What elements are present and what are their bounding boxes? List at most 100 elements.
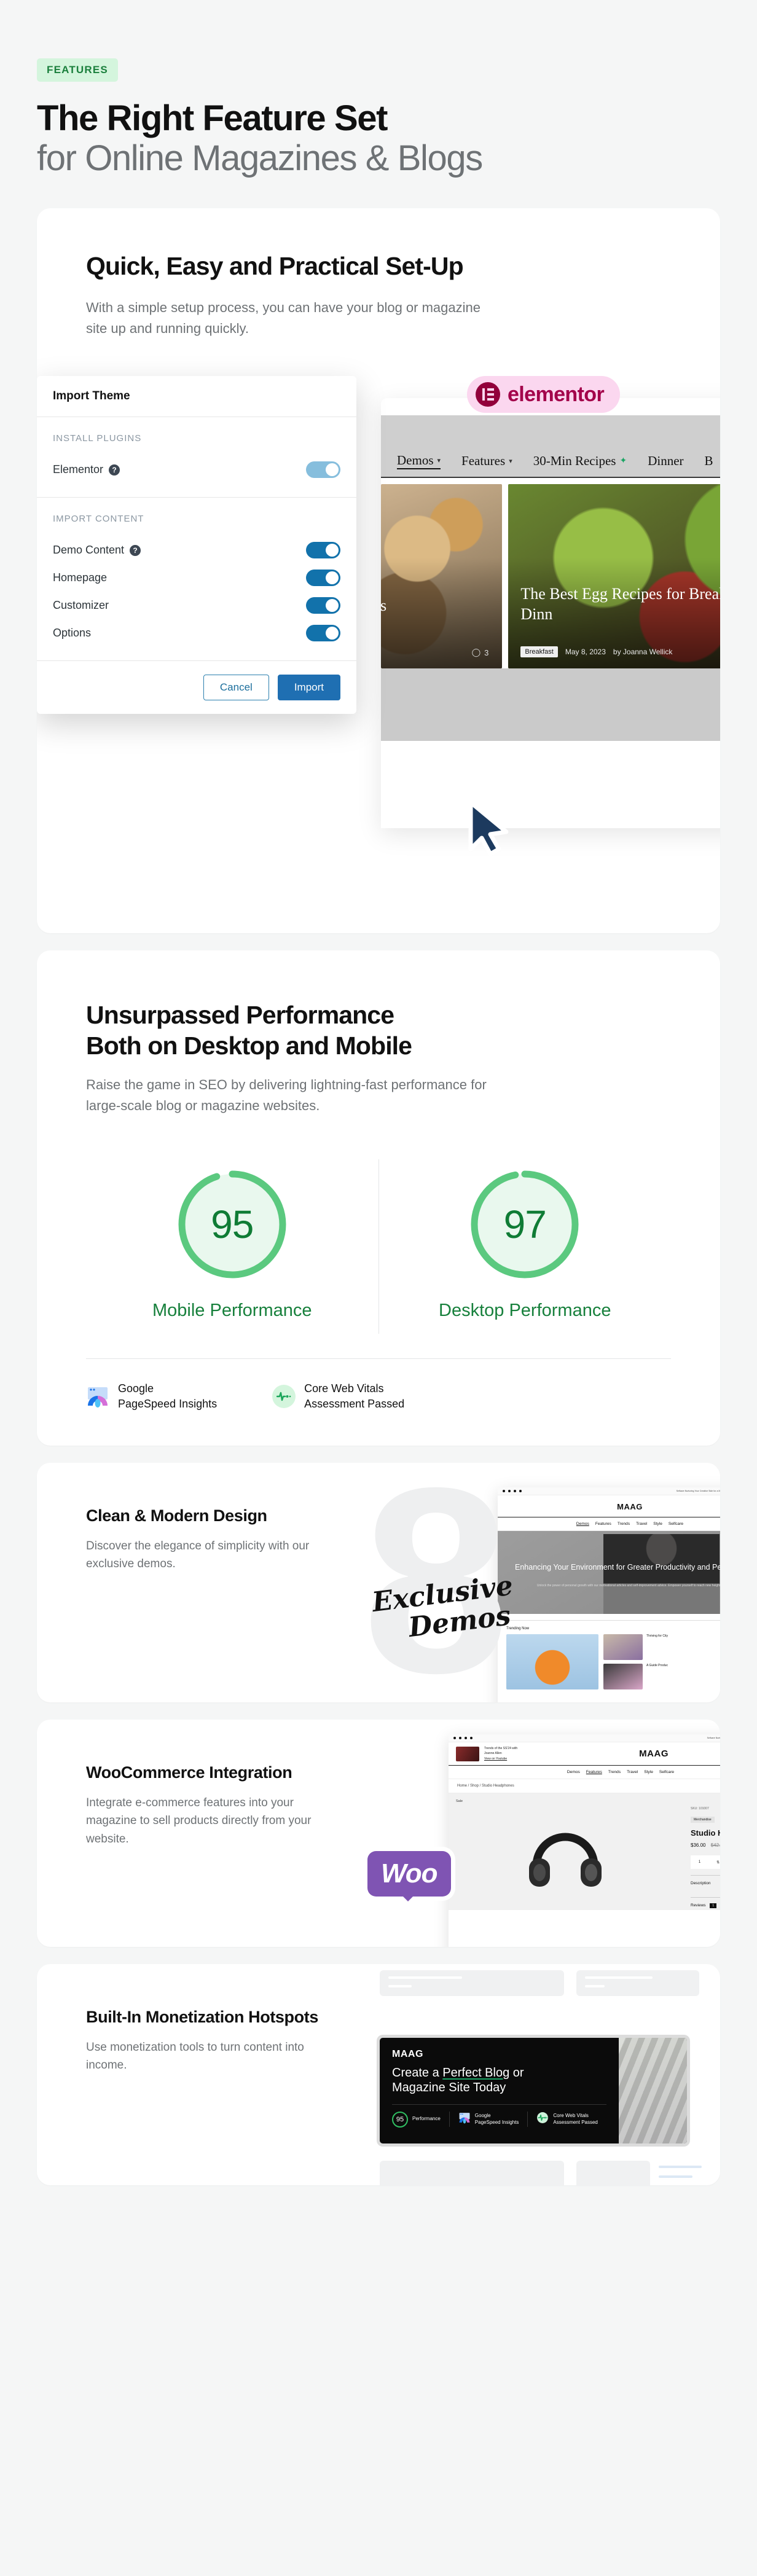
post-title: izers	[381, 596, 387, 614]
toggle-options[interactable]	[306, 625, 340, 642]
mockup-nav-trends[interactable]: Trends	[608, 1770, 621, 1774]
import-content-section: IMPORT CONTENT Demo Content ? Homepage C…	[37, 498, 356, 662]
trending-side-item[interactable]: A Guide Produc	[603, 1663, 720, 1689]
mockup-nav-style[interactable]: Style	[644, 1770, 653, 1774]
import-button[interactable]: Import	[277, 675, 340, 701]
preview-nav-item-recipes[interactable]: 30-Min Recipes ✦	[533, 453, 627, 469]
mockup-hero: Enhancing Your Environment for Greater P…	[498, 1530, 720, 1614]
mockup-video-promo[interactable]: Trends of the SS'24 with Joanne Allen Vi…	[449, 1742, 720, 1766]
breadcrumb: Home / Shop / Studio Headphones	[449, 1779, 720, 1794]
product-price: $36.00	[691, 1842, 706, 1849]
trending-side-item[interactable]: Thriving for City	[603, 1634, 720, 1660]
features-page: FEATURES The Right Feature Set for Onlin…	[0, 0, 757, 2576]
mockup-nav-features[interactable]: Features	[595, 1522, 611, 1526]
ad-banner[interactable]: MAAG Create a Perfect Blog or Magazine S…	[380, 2037, 687, 2143]
comment-count-value: 3	[484, 648, 489, 657]
score-value-desktop: 97	[503, 1202, 547, 1247]
content-row-customizer: Customizer	[53, 592, 340, 619]
help-icon[interactable]: ?	[109, 464, 120, 476]
chevron-down-icon: ▾	[509, 457, 512, 465]
headphones-image	[529, 1833, 602, 1887]
preview-nav-label: B	[704, 453, 713, 468]
ad-score-value: 95	[392, 2111, 408, 2128]
ad-pagespeed-cell: Google PageSpeed Insights	[449, 2112, 528, 2128]
elementor-badge: elementor	[467, 376, 621, 413]
content-label-wrap: Customizer	[53, 599, 109, 612]
ad-cwv-line1: Core Web Vitals	[553, 2112, 589, 2118]
plugin-label: Elementor	[53, 463, 104, 476]
mockup-nav: Demos Features Trends Travel Style Selfc…	[498, 1517, 720, 1531]
trending-side-col: Thriving for City A Guide Produc	[603, 1634, 720, 1689]
placeholder-block	[576, 1970, 699, 1996]
preview-post-card-left[interactable]: izers ◯ 3	[381, 484, 503, 669]
preview-nav-item-dinner[interactable]: Dinner	[648, 453, 683, 469]
tab-reviews[interactable]: Reviews 1	[691, 1897, 720, 1914]
score-value-mobile: 95	[211, 1202, 254, 1247]
mockup-nav-travel[interactable]: Travel	[636, 1522, 647, 1526]
mockup-nav-travel[interactable]: Travel	[627, 1770, 638, 1774]
ad-preview-image	[618, 2037, 687, 2143]
post-comment-count: ◯ 3	[472, 648, 489, 657]
page-title-line2: for Online Magazines & Blogs	[37, 138, 483, 178]
trending-hero-thumb[interactable]	[506, 1634, 598, 1689]
dialog-footer: Cancel Import	[37, 661, 356, 714]
chevron-down-icon: ▾	[437, 456, 441, 464]
elementor-logo-icon	[476, 382, 500, 407]
help-icon[interactable]: ?	[130, 544, 141, 556]
mockup-nav-features[interactable]: Features	[586, 1770, 602, 1774]
video-thumbnail	[456, 1746, 479, 1761]
video-line2: Joanne Allen	[484, 1752, 502, 1756]
mockup-nav-trends[interactable]: Trends	[618, 1522, 630, 1526]
mockup-nav: Demos Features Trends Travel Style Selfc…	[449, 1765, 720, 1780]
stepper-arrows-icon[interactable]: ⇅	[716, 1860, 720, 1865]
product-category: Merchandise	[691, 1817, 715, 1823]
quantity-stepper[interactable]: 1 ⇅	[691, 1855, 720, 1869]
preview-nav-label: Features	[461, 453, 506, 468]
score-label-desktop: Desktop Performance	[439, 1301, 611, 1321]
placeholder-line	[659, 2175, 692, 2178]
ad-headline-b: or	[509, 2065, 524, 2080]
toggle-demo-content[interactable]	[306, 542, 340, 559]
mockup-nav-demos[interactable]: Demos	[567, 1770, 580, 1774]
video-link[interactable]: View on Youtube	[484, 1756, 517, 1762]
ad-headline: Create a Perfect Blog or Magazine Site T…	[392, 2065, 606, 2096]
mockup-hero-subtitle: Unlock the power of personal growth with…	[536, 1583, 720, 1587]
ad-badges: 95 Performance Google PageSpeed Insights…	[392, 2104, 606, 2128]
content-label: Customizer	[53, 599, 109, 612]
placeholder-line	[388, 1984, 412, 1987]
monetization-mockup: MAAG Create a Perfect Blog or Magazine S…	[356, 1964, 720, 2185]
preview-nav-label: 30-Min Recipes	[533, 453, 616, 468]
performance-feature-card: Unsurpassed Performance Both on Desktop …	[37, 950, 720, 1446]
content-row-homepage: Homepage	[53, 564, 340, 592]
footnote-pagespeed-text: Google PageSpeed Insights	[118, 1381, 217, 1411]
plugin-label-wrap: Elementor ?	[53, 463, 120, 476]
toggle-customizer[interactable]	[306, 597, 340, 614]
placeholder-block	[380, 1970, 564, 1996]
tab-description[interactable]: Description	[691, 1875, 720, 1891]
facebook-icon	[453, 1736, 456, 1739]
setup-card-heading: Quick, Easy and Practical Set-Up	[86, 251, 464, 280]
toggle-homepage[interactable]	[306, 570, 340, 587]
ad-headline-a: Create a	[392, 2065, 443, 2080]
mockup-nav-demos[interactable]: Demos	[576, 1522, 589, 1526]
product-gallery: Sale	[449, 1793, 682, 1910]
placeholder-line	[585, 1984, 605, 1987]
mockup-nav-selfcare[interactable]: Selfcare	[659, 1770, 674, 1774]
mockup-nav-selfcare[interactable]: Selfcare	[669, 1522, 683, 1526]
ad-score-label: Performance	[412, 2116, 441, 2122]
youtube-icon	[514, 1489, 516, 1492]
content-label: Demo Content	[53, 544, 125, 557]
post-overlay	[381, 484, 503, 669]
placeholder-block	[576, 2160, 650, 2185]
mockup-nav-style[interactable]: Style	[653, 1522, 662, 1526]
preview-nav: Demos ▾ Features ▾ 30-Min Recipes ✦ Dinn…	[381, 445, 720, 479]
preview-nav-item-demos[interactable]: Demos ▾	[397, 453, 441, 469]
preview-nav-item-b[interactable]: B	[705, 453, 713, 469]
toggle-elementor[interactable]	[306, 461, 340, 479]
mockup-hero-title: Enhancing Your Environment for Greater P…	[515, 1562, 720, 1572]
ad-headline-underlined: Perfect Blog	[442, 2065, 510, 2080]
preview-nav-item-features[interactable]: Features ▾	[461, 453, 512, 469]
cancel-button[interactable]: Cancel	[203, 675, 269, 701]
preview-post-card-right[interactable]: The Best Egg Recipes for Breakfast, Lunc…	[508, 484, 720, 669]
ad-brand: MAAG	[392, 2048, 423, 2059]
